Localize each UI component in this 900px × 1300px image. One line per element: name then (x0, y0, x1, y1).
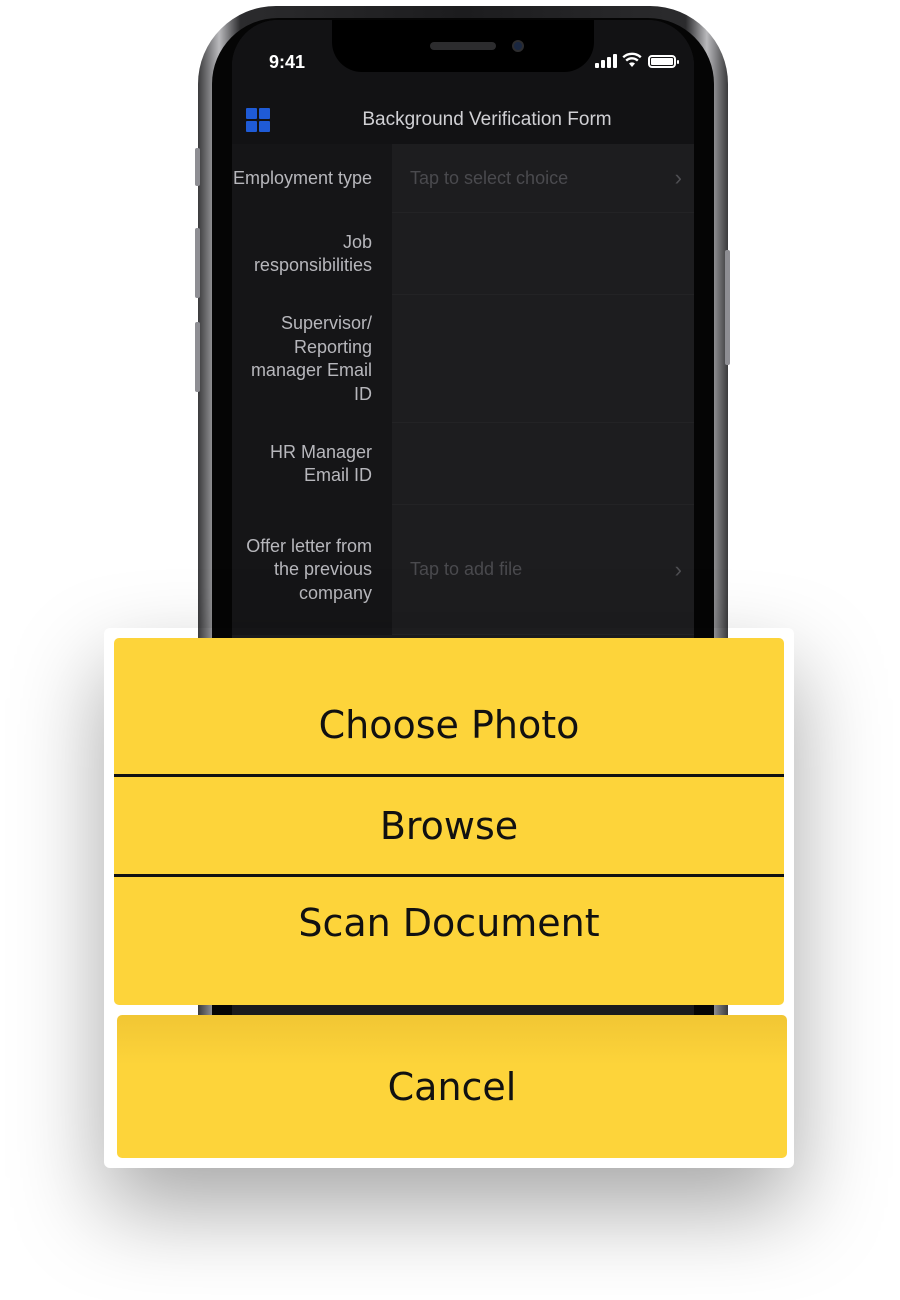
speaker-grille (430, 42, 496, 50)
chevron-right-icon: › (674, 165, 682, 190)
volume-up-button (195, 228, 200, 298)
form-row-offer-letter[interactable]: Offer letter from the previous company T… (232, 505, 694, 635)
picker-placeholder: Tap to select choice (410, 167, 569, 188)
grid-icon[interactable] (246, 108, 270, 132)
form-row-supervisor-email[interactable]: Supervisor/ Reporting manager Email ID (232, 295, 694, 423)
employment-type-picker[interactable]: Tap to select choice › (392, 144, 694, 213)
scan-document-button[interactable]: Scan Document (114, 877, 784, 1005)
power-button (725, 250, 730, 365)
form-row-hr-manager-email[interactable]: HR Manager Email ID (232, 423, 694, 505)
field-label: HR Manager Email ID (232, 423, 392, 505)
wifi-icon (622, 52, 642, 68)
browse-button[interactable]: Browse (114, 777, 784, 875)
supervisor-email-field[interactable] (392, 295, 694, 423)
chevron-right-icon: › (674, 556, 682, 582)
field-label: Supervisor/ Reporting manager Email ID (232, 295, 392, 423)
verification-form: Employment type Tap to select choice › J… (232, 144, 694, 635)
form-row-job-responsibilities[interactable]: Job responsibilities (232, 213, 694, 295)
status-bar: 9:41 (232, 20, 694, 100)
battery-icon (648, 55, 679, 68)
volume-down-button (195, 322, 200, 392)
job-responsibilities-field[interactable] (392, 213, 694, 295)
signal-icon (595, 54, 617, 68)
offer-letter-file-picker[interactable]: Tap to add file › (392, 505, 694, 635)
choose-photo-button[interactable]: Choose Photo (114, 638, 784, 775)
form-row-employment-type[interactable]: Employment type Tap to select choice › (232, 144, 694, 213)
navigation-bar: Background Verification Form (232, 100, 694, 144)
cancel-button[interactable]: Cancel (117, 1015, 787, 1158)
field-label: Employment type (232, 144, 392, 213)
mute-switch (195, 148, 200, 186)
action-sheet: Choose Photo Browse Scan Document (114, 638, 784, 1005)
file-picker-placeholder: Tap to add file (410, 559, 523, 579)
hr-manager-email-field[interactable] (392, 423, 694, 505)
page-title: Background Verification Form (362, 109, 612, 130)
field-label: Job responsibilities (232, 213, 392, 295)
notch (332, 20, 594, 72)
front-camera (512, 40, 524, 52)
status-time: 9:41 (269, 52, 306, 72)
field-label: Offer letter from the previous company (232, 505, 392, 635)
